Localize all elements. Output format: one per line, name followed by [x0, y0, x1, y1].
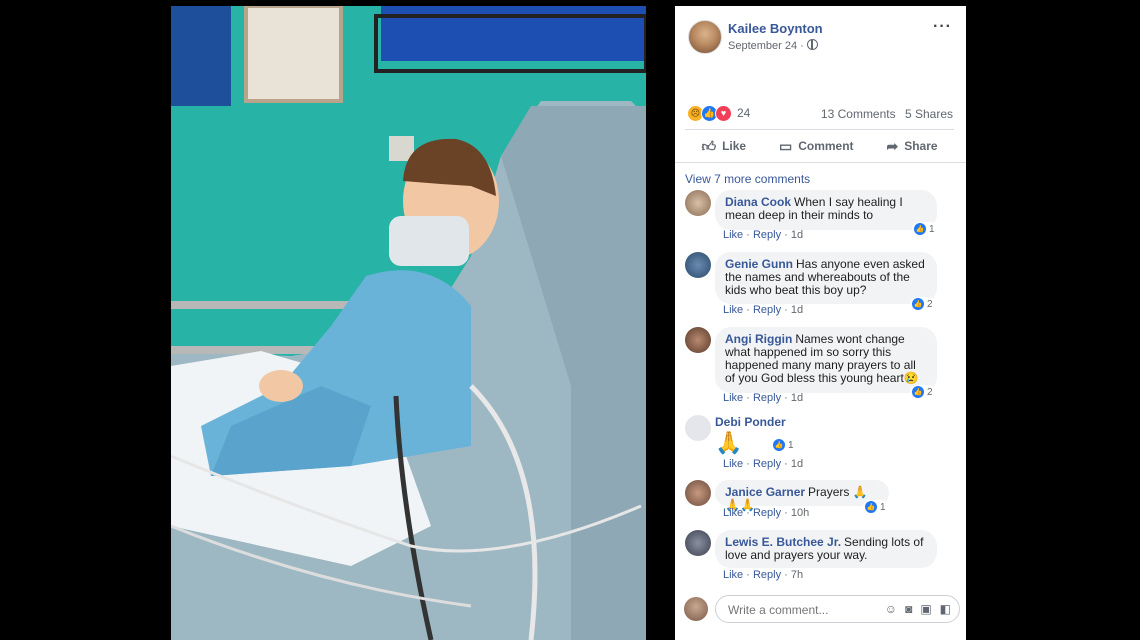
comment-bubble: Angi Riggin Names wont change what happen…	[715, 327, 937, 393]
sticker-icon[interactable]: ◧	[940, 602, 951, 616]
emoji-icon[interactable]: ☺	[885, 602, 897, 616]
reaction-summary[interactable]: ☹ 👍 ♥ 24	[687, 104, 750, 122]
comment-text: 🙏	[715, 430, 743, 455]
share-button[interactable]: ➦ Share	[886, 138, 937, 155]
share-icon: ➦	[886, 137, 899, 154]
comment-time[interactable]: 1d	[791, 229, 803, 241]
comment-meta: Like · Reply · 1d	[723, 458, 804, 470]
comment-like-link[interactable]: Like	[723, 304, 743, 316]
comment-time[interactable]: 7h	[791, 569, 803, 581]
shares-count[interactable]: 5 Shares	[905, 107, 953, 121]
comment-time[interactable]: 1d	[791, 304, 803, 316]
like-badge-icon: 👍	[912, 386, 924, 398]
comment-like-badge[interactable]: 👍 1	[863, 500, 888, 514]
like-button[interactable]: 👍︎ Like	[701, 138, 746, 155]
share-label: Share	[904, 139, 938, 153]
comment-reply-link[interactable]: Reply	[753, 458, 781, 470]
commenter-name[interactable]: Angi Riggin	[725, 332, 792, 346]
comment-avatar[interactable]	[685, 190, 711, 216]
comment-icon: ▭	[778, 137, 793, 154]
author-avatar[interactable]	[688, 20, 722, 54]
comment-time[interactable]: 10h	[791, 507, 809, 519]
commenter-name[interactable]: Lewis E. Butchee Jr.	[725, 535, 841, 549]
gif-icon[interactable]: ▣	[920, 602, 931, 616]
comment-input[interactable]	[726, 602, 870, 618]
comment-reply-link[interactable]: Reply	[753, 392, 781, 404]
post-panel: Kailee Boynton September 24 · ··· ☹ 👍 ♥ …	[675, 6, 966, 640]
comment-time[interactable]: 1d	[791, 392, 803, 404]
comment-meta: Like · Reply · 1d	[723, 229, 804, 241]
like-badge-icon: 👍	[912, 298, 924, 310]
camera-icon[interactable]: ◙	[905, 602, 912, 616]
comment-bubble: Lewis E. Butchee Jr. Sending lots of love…	[715, 530, 937, 568]
comment-like-badge[interactable]: 👍 1	[912, 222, 937, 236]
like-badge-icon: 👍	[773, 439, 785, 451]
comment-like-count: 2	[927, 298, 933, 310]
comment-like-link[interactable]: Like	[723, 392, 743, 404]
globe-icon	[806, 39, 818, 50]
comment-reply-link[interactable]: Reply	[753, 304, 781, 316]
commenter-name[interactable]: Diana Cook	[725, 195, 791, 209]
like-icon: 👍︎	[701, 137, 717, 154]
comment-like-count: 1	[880, 501, 886, 513]
comment-like-count: 2	[927, 386, 933, 398]
comment-avatar[interactable]	[685, 415, 711, 441]
like-label: Like	[722, 139, 747, 153]
comment-like-count: 1	[929, 223, 935, 235]
post-date[interactable]: September 24 ·	[728, 39, 818, 52]
comment-like-link[interactable]: Like	[723, 229, 743, 241]
comment-meta: Like · Reply · 1d	[723, 392, 804, 404]
comments-count[interactable]: 13 Comments	[821, 107, 896, 121]
comment-bubble: Diana Cook When I say healing I mean deep…	[715, 190, 937, 230]
engagement-counts: 13 Comments 5 Shares	[815, 107, 953, 121]
comment-like-link[interactable]: Like	[723, 507, 743, 519]
comment-like-badge[interactable]: 👍 2	[910, 297, 935, 311]
like-badge-icon: 👍	[865, 501, 877, 513]
current-user-avatar	[684, 597, 708, 621]
comment-like-link[interactable]: Like	[723, 569, 743, 581]
comment-avatar[interactable]	[685, 480, 711, 506]
love-reaction-icon: ♥	[715, 104, 732, 122]
comment-reply-link[interactable]: Reply	[753, 569, 781, 581]
post-photo[interactable]	[171, 6, 646, 640]
divider	[675, 162, 966, 163]
reaction-count: 24	[737, 106, 751, 120]
comment-meta: Like · Reply · 10h	[723, 507, 810, 519]
view-more-comments-link[interactable]: View 7 more comments	[685, 172, 810, 186]
comment-avatar[interactable]	[685, 327, 711, 353]
comment-meta: Like · Reply · 1d	[723, 304, 804, 316]
comment-label: Comment	[798, 139, 854, 153]
commenter-name[interactable]: Genie Gunn	[725, 257, 793, 271]
like-badge-icon: 👍	[914, 223, 926, 235]
comment-reply-link[interactable]: Reply	[753, 229, 781, 241]
comment-avatar[interactable]	[685, 530, 711, 556]
more-options-icon[interactable]: ···	[933, 18, 952, 36]
action-bar: 👍︎ Like ▭ Comment ➦ Share	[685, 129, 954, 162]
comment-like-link[interactable]: Like	[723, 458, 743, 470]
comment-bubble: Genie Gunn Has anyone even asked the name…	[715, 252, 937, 304]
commenter-name[interactable]: Debi Ponder	[715, 415, 786, 429]
comment-composer[interactable]: ☺ ◙ ▣ ◧	[715, 595, 960, 623]
commenter-name[interactable]: Janice Garner	[725, 485, 805, 499]
comment-like-badge[interactable]: 👍 1	[771, 438, 796, 452]
comment-time[interactable]: 1d	[791, 458, 803, 470]
comment-like-badge[interactable]: 👍 2	[910, 385, 935, 399]
comment-meta: Like · Reply · 7h	[723, 569, 804, 581]
comment-button[interactable]: ▭ Comment	[779, 138, 854, 155]
hospital-photo-illustration	[171, 6, 646, 640]
composer-tools: ☺ ◙ ▣ ◧	[885, 602, 951, 616]
comment-like-count: 1	[788, 439, 794, 451]
post-date-text[interactable]: September 24 ·	[728, 40, 804, 52]
comment-reply-link[interactable]: Reply	[753, 507, 781, 519]
author-name[interactable]: Kailee Boynton	[728, 21, 823, 36]
comment-avatar[interactable]	[685, 252, 711, 278]
comment-bubble: Janice Garner Prayers 🙏🙏🙏	[715, 480, 889, 512]
